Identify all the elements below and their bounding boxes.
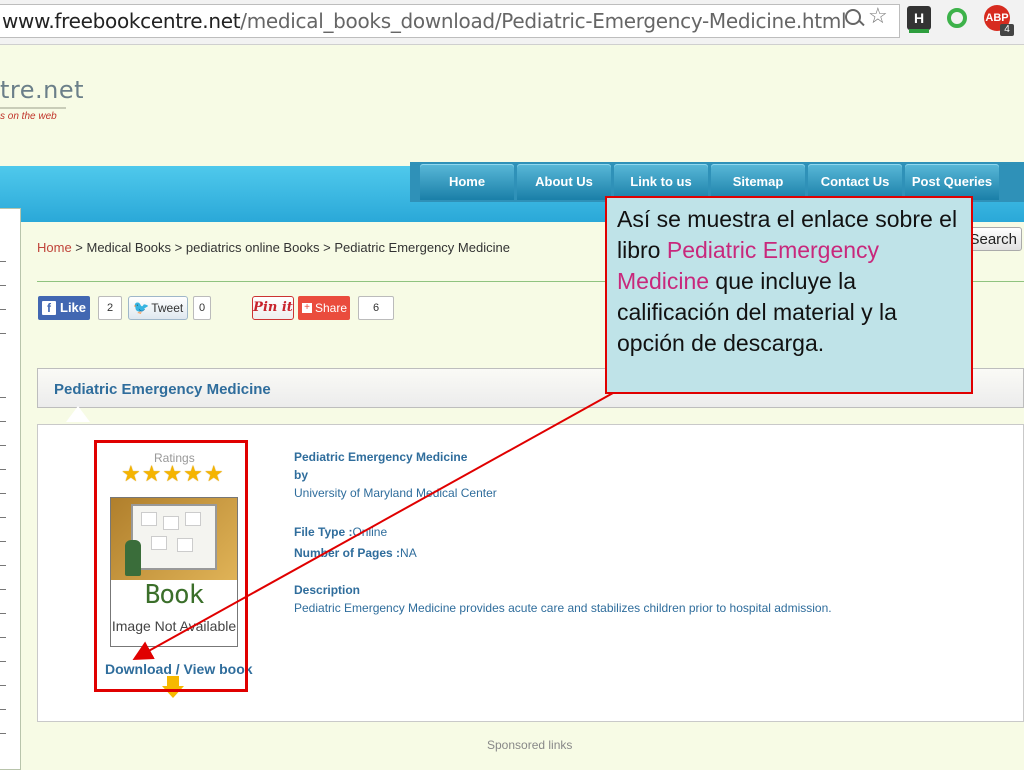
sidebar-marker xyxy=(0,333,6,334)
book-title: Pediatric Emergency Medicine xyxy=(294,450,468,464)
sidebar-marker xyxy=(0,445,6,446)
browser-toolbar: www.freebookcentre.net/medical_books_dow… xyxy=(0,0,1024,45)
sidebar-marker xyxy=(0,309,6,310)
sidebar-marker xyxy=(0,541,6,542)
like-count: 2 xyxy=(98,296,122,320)
sidebar-marker xyxy=(0,493,6,494)
annotation-callout: Así se muestra el enlace sobre el libro … xyxy=(605,196,973,394)
breadcrumb: Home > Medical Books > pediatrics online… xyxy=(37,240,510,255)
breadcrumb-trail[interactable]: > Medical Books > pediatrics online Book… xyxy=(72,240,510,255)
h-extension-icon[interactable]: H xyxy=(907,6,931,33)
nav-post-queries[interactable]: Post Queries xyxy=(905,164,999,200)
sidebar-marker xyxy=(0,421,6,422)
book-by-label: by xyxy=(294,468,309,482)
sidebar-marker xyxy=(0,397,6,398)
pages-row: Number of Pages :NA xyxy=(294,546,417,560)
highlight-box xyxy=(94,440,248,692)
nav-contact-us[interactable]: Contact Us xyxy=(808,164,902,200)
tweet-count: 0 xyxy=(193,296,211,320)
sidebar-marker xyxy=(0,613,6,614)
nav-link-to-us[interactable]: Link to us xyxy=(614,164,708,200)
bookmark-star-icon[interactable]: ☆ xyxy=(868,3,888,29)
book-author: University of Maryland Medical Center xyxy=(294,486,497,500)
zoom-icon[interactable] xyxy=(845,9,861,25)
sidebar-marker xyxy=(0,589,6,590)
panel-notch xyxy=(66,406,90,422)
sidebar-marker xyxy=(0,285,6,286)
sidebar-marker xyxy=(0,685,6,686)
adblock-count-badge: 4 xyxy=(1000,24,1014,36)
description-label: Description xyxy=(294,583,361,597)
breadcrumb-home-link[interactable]: Home xyxy=(37,240,72,255)
sponsored-links-label: Sponsored links xyxy=(487,738,573,752)
plus-icon: + xyxy=(302,303,312,313)
sidebar-marker xyxy=(0,733,6,734)
share-count: 6 xyxy=(358,296,394,320)
url-text[interactable]: www.freebookcentre.net/medical_books_dow… xyxy=(2,9,847,33)
site-tagline: s on the web xyxy=(0,111,57,122)
sidebar-marker xyxy=(0,469,6,470)
sidebar-marker xyxy=(0,637,6,638)
nav-sitemap[interactable]: Sitemap xyxy=(711,164,805,200)
pinit-button[interactable]: Pin it xyxy=(252,296,294,320)
sidebar-marker xyxy=(0,565,6,566)
nav-about-us[interactable]: About Us xyxy=(517,164,611,200)
left-sidebar xyxy=(0,208,21,770)
panel-title: Pediatric Emergency Medicine xyxy=(54,381,271,398)
site-logo[interactable]: tre.net xyxy=(0,76,84,104)
green-circle-extension-icon[interactable] xyxy=(947,8,967,28)
share-button[interactable]: + Share xyxy=(298,296,350,320)
twitter-bird-icon: 🐦 xyxy=(133,300,150,315)
logo-underline xyxy=(0,107,66,109)
description-text: Pediatric Emergency Medicine provides ac… xyxy=(294,601,832,615)
tweet-button[interactable]: 🐦 Tweet xyxy=(128,296,188,320)
sidebar-marker xyxy=(0,709,6,710)
sidebar-marker xyxy=(0,261,6,262)
address-bar[interactable]: www.freebookcentre.net/medical_books_dow… xyxy=(0,4,900,38)
facebook-icon: f xyxy=(42,301,56,315)
file-type-row: File Type :Online xyxy=(294,525,388,539)
sidebar-marker xyxy=(0,517,6,518)
nav-home[interactable]: Home xyxy=(420,164,514,200)
sidebar-marker xyxy=(0,661,6,662)
facebook-like-button[interactable]: f Like xyxy=(38,296,90,320)
